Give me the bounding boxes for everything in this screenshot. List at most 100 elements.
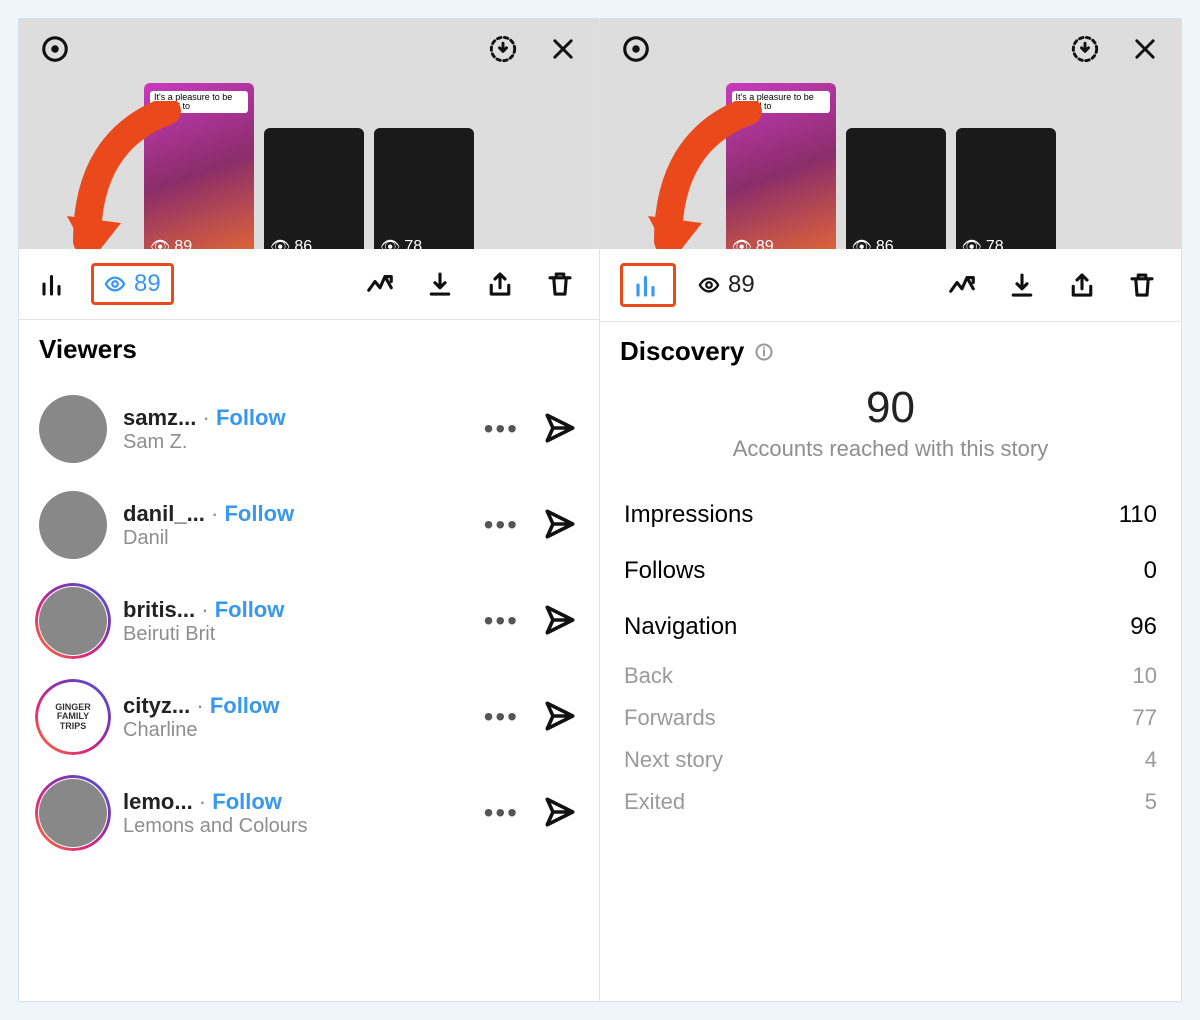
stat-subrow: Forwards 77 — [620, 697, 1161, 739]
viewer-displayname: Lemons and Colours — [123, 815, 460, 838]
follow-link[interactable]: Follow — [216, 405, 286, 430]
avatar[interactable] — [39, 587, 107, 655]
stat-label: Navigation — [624, 613, 737, 641]
viewer-displayname: Charline — [123, 719, 460, 742]
viewers-content: Viewers samz... · Follow Sam Z. ••• dani… — [19, 320, 599, 1001]
stat-value: 110 — [1119, 501, 1157, 529]
delete-icon[interactable] — [1123, 266, 1161, 304]
delete-icon[interactable] — [541, 265, 579, 303]
story-thumbnail[interactable]: It's a pleasure to be invited to 👁 89 — [144, 83, 254, 249]
story-thumbnails: It's a pleasure to be invited to 👁 89 👁86… — [19, 79, 599, 249]
story-views-count: 78 — [986, 238, 1004, 249]
discovery-content: Discovery 90 Accounts reached with this … — [600, 322, 1181, 1001]
stat-value: 96 — [1130, 613, 1157, 641]
download-icon[interactable] — [1065, 29, 1105, 69]
avatar[interactable] — [39, 779, 107, 847]
follow-link[interactable]: Follow — [210, 693, 280, 718]
more-icon[interactable]: ••• — [476, 605, 527, 637]
tabs-row: 89 — [600, 249, 1181, 322]
story-header: It's a pleasure to be invited to 👁89 👁 86… — [600, 19, 1181, 249]
viewer-username: britis... · Follow — [123, 597, 460, 623]
story-views-count: 89 — [174, 238, 192, 249]
tab-views[interactable]: 89 — [698, 271, 755, 299]
eye-icon: 👁 — [270, 237, 290, 249]
send-icon[interactable] — [543, 507, 579, 543]
eye-icon: 👁 — [852, 237, 872, 249]
viewer-displayname: Beiruti Brit — [123, 623, 460, 646]
avatar[interactable] — [39, 395, 107, 463]
promote-icon[interactable] — [361, 265, 399, 303]
comparison-frame: It's a pleasure to be invited to 👁 89 👁 86… — [18, 18, 1182, 1002]
close-icon[interactable] — [543, 29, 583, 69]
stat-value: 10 — [1133, 663, 1157, 689]
story-thumbnail[interactable]: 👁86 — [264, 128, 364, 249]
story-views-count: 89 — [756, 238, 774, 249]
stat-value: 0 — [1144, 557, 1157, 585]
stat-row: Navigation 96 — [620, 599, 1161, 655]
viewer-row[interactable]: britis... · Follow Beiruti Brit ••• — [39, 573, 579, 669]
share-icon[interactable] — [1063, 266, 1101, 304]
viewer-displayname: Danil — [123, 527, 460, 550]
viewer-row[interactable]: lemo... · Follow Lemons and Colours ••• — [39, 765, 579, 861]
story-thumbnails: It's a pleasure to be invited to 👁89 👁 86… — [600, 79, 1181, 249]
story-thumbnail[interactable]: 👁78 — [374, 128, 474, 249]
story-thumbnail[interactable]: 👁 86 — [846, 128, 946, 249]
follow-link[interactable]: Follow — [215, 597, 285, 622]
reached-label: Accounts reached with this story — [731, 435, 1051, 463]
info-icon[interactable] — [754, 342, 774, 362]
follow-link[interactable]: Follow — [212, 789, 282, 814]
tab-views-highlighted[interactable]: 89 — [91, 263, 174, 305]
stat-subrow: Back 10 — [620, 655, 1161, 697]
promote-icon[interactable] — [943, 266, 981, 304]
story-thumbnail[interactable]: It's a pleasure to be invited to 👁89 — [726, 83, 836, 249]
more-icon[interactable]: ••• — [476, 509, 527, 541]
story-thumbnail[interactable]: 👁78 — [956, 128, 1056, 249]
viewer-username: danil_... · Follow — [123, 501, 460, 527]
follow-link[interactable]: Follow — [224, 501, 294, 526]
reached-value: 90 — [620, 383, 1161, 433]
stat-value: 77 — [1133, 705, 1157, 731]
avatar[interactable] — [39, 491, 107, 559]
views-count: 89 — [728, 271, 755, 299]
views-count: 89 — [134, 270, 161, 298]
stat-value: 5 — [1145, 789, 1157, 815]
stat-subrow: Exited 5 — [620, 781, 1161, 823]
viewer-row[interactable]: danil_... · Follow Danil ••• — [39, 477, 579, 573]
avatar[interactable]: GINGER FAMILY TRIPS — [39, 683, 107, 751]
stat-row: Impressions110 — [620, 487, 1161, 543]
stat-value: 4 — [1145, 747, 1157, 773]
stat-subrow: Next story4 — [620, 739, 1161, 781]
send-icon[interactable] — [543, 411, 579, 447]
viewer-row[interactable]: samz... · Follow Sam Z. ••• — [39, 381, 579, 477]
stat-row: Follows0 — [620, 543, 1161, 599]
eye-icon: 👁 — [150, 237, 170, 249]
close-icon[interactable] — [1125, 29, 1165, 69]
save-icon[interactable] — [1003, 266, 1041, 304]
story-caption: It's a pleasure to be invited to — [732, 91, 830, 113]
viewers-title: Viewers — [39, 334, 579, 365]
more-icon[interactable]: ••• — [476, 701, 527, 733]
story-caption: It's a pleasure to be invited to — [150, 91, 248, 113]
share-icon[interactable] — [481, 265, 519, 303]
send-icon[interactable] — [543, 603, 579, 639]
stat-label: Forwards — [624, 705, 716, 731]
tab-insights-highlighted[interactable] — [620, 263, 676, 307]
send-icon[interactable] — [543, 795, 579, 831]
download-icon[interactable] — [483, 29, 523, 69]
story-views-count: 78 — [404, 238, 422, 249]
save-icon[interactable] — [421, 265, 459, 303]
send-icon[interactable] — [543, 699, 579, 735]
viewer-row[interactable]: GINGER FAMILY TRIPS cityz... · Follow Ch… — [39, 669, 579, 765]
story-views-count: 86 — [876, 238, 894, 249]
viewer-username: lemo... · Follow — [123, 789, 460, 815]
more-icon[interactable]: ••• — [476, 413, 527, 445]
viewer-username: samz... · Follow — [123, 405, 460, 431]
stat-label: Exited — [624, 789, 685, 815]
settings-icon[interactable] — [616, 29, 656, 69]
tab-insights[interactable] — [39, 269, 69, 299]
settings-icon[interactable] — [35, 29, 75, 69]
accounts-reached: 90 Accounts reached with this story — [620, 383, 1161, 463]
stat-label: Back — [624, 663, 673, 689]
discovery-title: Discovery — [620, 336, 1161, 367]
more-icon[interactable]: ••• — [476, 797, 527, 829]
